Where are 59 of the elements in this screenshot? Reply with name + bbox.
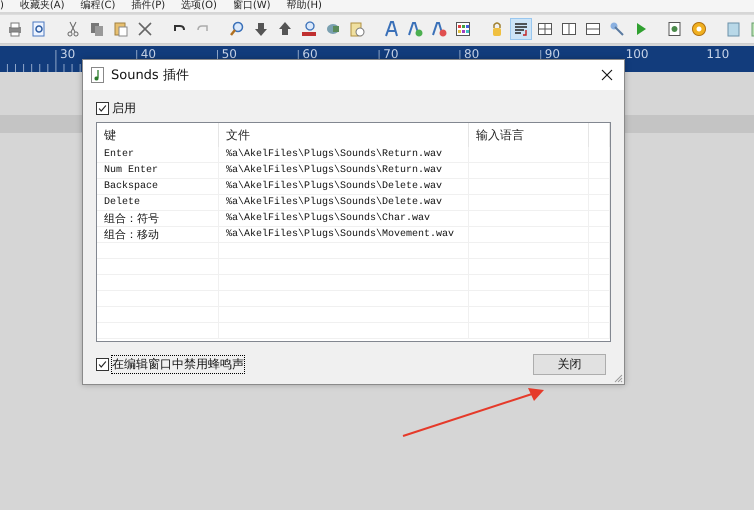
table-cell: %a\AkelFiles\Plugs\Sounds\Return.wav xyxy=(219,163,469,178)
split-both-icon xyxy=(537,21,553,37)
table-cell: %a\AkelFiles\Plugs\Sounds\Delete.wav xyxy=(219,195,469,210)
split-vertical-icon xyxy=(561,21,577,37)
table-cell: %a\AkelFiles\Plugs\Sounds\Delete.wav xyxy=(219,179,469,194)
menu-item[interactable]: 帮助(H) xyxy=(286,0,322,12)
ruler-label: 50 xyxy=(222,47,237,61)
wrap-icon xyxy=(513,21,529,37)
checkbox-label[interactable]: 在编辑窗口中禁用蜂鸣声 xyxy=(112,356,244,373)
table-cell: %a\AkelFiles\Plugs\Sounds\Char.wav xyxy=(219,211,469,226)
menu-item[interactable]: ) xyxy=(0,0,4,12)
font-minus-icon xyxy=(431,21,447,37)
down-icon xyxy=(253,21,269,37)
table-cell: Backspace xyxy=(97,179,219,194)
column-header[interactable]: 键 xyxy=(97,123,219,147)
toolbar-button[interactable] xyxy=(510,18,532,40)
find-icon xyxy=(229,21,245,37)
ruler-label: 80 xyxy=(464,47,480,61)
table-cell: Enter xyxy=(97,147,219,162)
paste-icon xyxy=(113,21,129,37)
font-icon xyxy=(383,21,399,37)
ruler-label: 40 xyxy=(140,47,156,61)
font-plus-icon xyxy=(407,21,423,37)
table-cell: Delete xyxy=(97,195,219,210)
page-icon xyxy=(667,21,683,37)
checkbox[interactable] xyxy=(96,358,109,371)
delete-icon xyxy=(137,21,153,37)
copy-icon xyxy=(89,21,105,37)
menu-item[interactable]: 收藏夹(A) xyxy=(20,0,65,12)
table-cell: 组合：移动 xyxy=(97,227,219,242)
table-cell: %a\AkelFiles\Plugs\Sounds\Return.wav xyxy=(219,147,469,162)
ruler-label: 100 xyxy=(626,47,648,61)
music-note-icon xyxy=(91,67,105,83)
cut-icon xyxy=(65,21,81,37)
menu-item[interactable]: 选项(O) xyxy=(181,0,217,12)
close-dialog-button[interactable]: 关闭 xyxy=(533,354,606,375)
resize-grip-icon xyxy=(613,373,623,383)
ruler-label: 70 xyxy=(383,47,398,61)
ruler-label: 30 xyxy=(60,47,76,61)
split-horizontal-icon xyxy=(585,21,601,37)
pin-icon xyxy=(609,21,625,37)
print-icon xyxy=(7,21,23,37)
menu-item[interactable]: 编程(C) xyxy=(80,0,116,12)
table-cell: %a\AkelFiles\Plugs\Sounds\Movement.wav xyxy=(219,227,469,242)
table-cell: 组合：符号 xyxy=(97,211,219,226)
preview-icon xyxy=(31,21,47,37)
close-icon xyxy=(601,69,613,81)
checkbox[interactable] xyxy=(96,102,109,115)
window-title: Sounds 插件 xyxy=(111,67,190,84)
ruler-label: 60 xyxy=(302,47,318,61)
column-header[interactable]: 文件 xyxy=(219,123,469,147)
checkbox-label[interactable]: 启用 xyxy=(112,100,136,117)
palette-icon xyxy=(455,21,471,37)
ruler-label: 90 xyxy=(544,47,560,61)
menu-item[interactable]: 插件(P) xyxy=(131,0,166,12)
column-header[interactable]: 输入语言 xyxy=(469,123,589,147)
ruler-label: 110 xyxy=(706,47,730,61)
table-cell: Num Enter xyxy=(97,163,219,178)
up-icon xyxy=(277,21,293,37)
